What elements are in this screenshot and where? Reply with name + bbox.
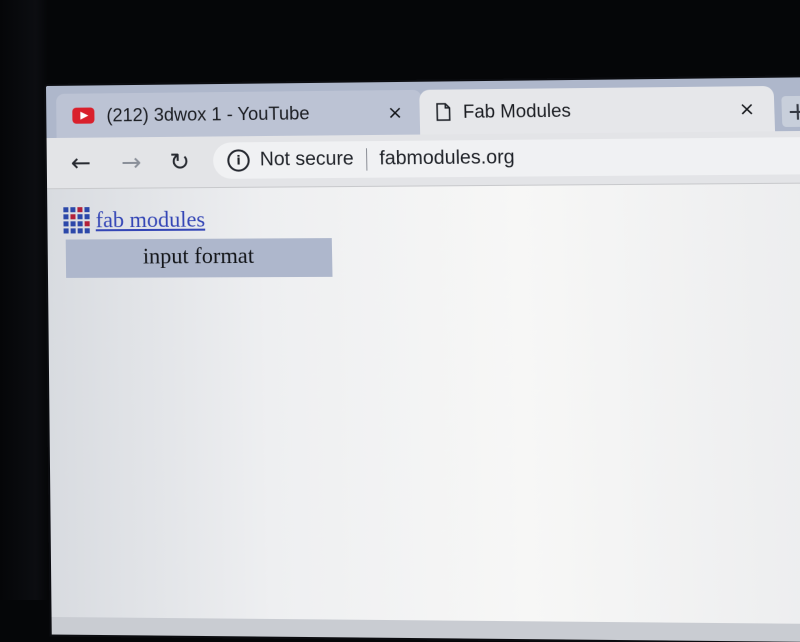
tab-fab-modules[interactable]: Fab Modules ×	[419, 85, 776, 135]
bezel-left	[0, 0, 48, 600]
info-icon[interactable]: i	[227, 149, 250, 172]
browser-toolbar: ← → ↻ i Not secure fabmodules.org	[46, 130, 800, 190]
bezel-top	[0, 0, 800, 88]
security-status: Not secure	[259, 148, 354, 171]
tab-youtube[interactable]: (212) 3dwox 1 - YouTube ×	[56, 89, 423, 138]
divider	[365, 148, 368, 171]
reload-icon[interactable]: ↻	[165, 148, 194, 176]
tab-strip: (212) 3dwox 1 - YouTube × Fab Modules × …	[46, 76, 800, 139]
page-content: fab modules input format	[47, 183, 800, 625]
site-header: fab modules	[63, 206, 206, 234]
url-text[interactable]: fabmodules.org	[379, 147, 515, 171]
tab-title: Fab Modules	[462, 99, 572, 122]
youtube-icon	[72, 107, 95, 124]
browser-window: (212) 3dwox 1 - YouTube × Fab Modules × …	[46, 76, 800, 642]
close-icon[interactable]: ×	[736, 98, 758, 120]
fab-logo-icon	[63, 207, 90, 234]
back-arrow-icon[interactable]: ←	[67, 149, 95, 177]
page-icon	[436, 103, 451, 121]
new-tab-button[interactable]: +	[781, 95, 800, 128]
forward-arrow-icon[interactable]: →	[117, 148, 146, 176]
tab-title: (212) 3dwox 1 - YouTube	[106, 102, 310, 125]
address-bar[interactable]: i Not secure fabmodules.org	[212, 136, 800, 179]
input-format-button[interactable]: input format	[65, 238, 333, 278]
close-icon[interactable]: ×	[385, 102, 406, 123]
fab-modules-link[interactable]: fab modules	[96, 206, 206, 232]
